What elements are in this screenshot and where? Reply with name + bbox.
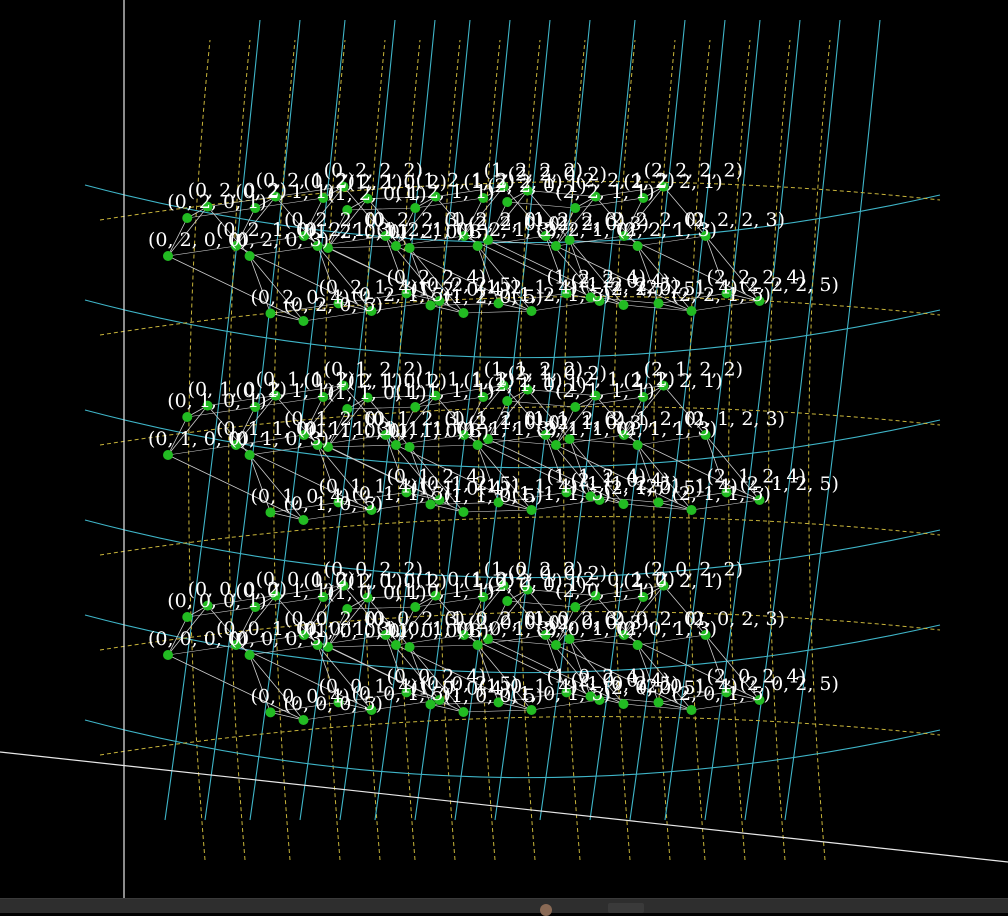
node-label: (2, 2, 2, 3): [686, 209, 785, 231]
vertical-curve-dashed: [613, 39, 636, 861]
horizontal-curve: [84, 719, 941, 779]
graph-edge: [327, 644, 397, 648]
graph-node[interactable]: [632, 241, 643, 251]
graph-node[interactable]: [265, 308, 276, 319]
graph-node[interactable]: [265, 507, 276, 518]
graph-node[interactable]: [502, 396, 513, 406]
graph-node[interactable]: [163, 450, 173, 460]
vertical-curve-dashed: [188, 39, 211, 861]
graph-canvas[interactable]: (0, 0, 0, 0)(0, 0, 0, 1)(0, 0, 0, 2)(0, …: [0, 0, 1008, 898]
node-label: (2, 1, 2, 5): [740, 473, 839, 495]
status-bar: [0, 898, 1008, 916]
graph-edge: [409, 644, 478, 648]
graph-node[interactable]: [244, 650, 255, 660]
graph-edge: [463, 709, 532, 713]
graph-node[interactable]: [182, 213, 193, 223]
graph-node[interactable]: [686, 505, 697, 515]
node-label: (2, 0, 2, 5): [740, 673, 839, 695]
graph-node[interactable]: [551, 640, 561, 650]
graph-edge: [327, 245, 397, 249]
graph-node[interactable]: [163, 650, 173, 660]
horizontal-curve: [84, 299, 941, 359]
horizontal-curve-dashed: [99, 716, 941, 756]
node-label: (2, 2, 2, 2): [644, 160, 743, 182]
node-label: (2, 0, 2, 2): [644, 559, 743, 581]
vertical-curve-dashed: [808, 39, 831, 861]
graph-node[interactable]: [618, 499, 629, 509]
graph-node[interactable]: [618, 699, 629, 709]
graph-node[interactable]: [686, 306, 697, 316]
horizontal-curve-dashed: [99, 516, 941, 556]
graph-node[interactable]: [244, 450, 255, 460]
graph-node[interactable]: [686, 705, 697, 715]
status-indicator-icon: [540, 904, 552, 916]
graph-node[interactable]: [182, 412, 193, 422]
graph-node[interactable]: [551, 241, 561, 251]
graph-node[interactable]: [618, 300, 629, 310]
graph-node[interactable]: [551, 440, 561, 450]
graph-edge: [409, 245, 478, 249]
graph-node[interactable]: [458, 707, 469, 717]
graph-node[interactable]: [298, 316, 309, 326]
node-label: (2, 1, 2, 2): [644, 359, 743, 381]
graph-node[interactable]: [298, 715, 309, 725]
graph-node[interactable]: [632, 440, 643, 450]
graph-node[interactable]: [502, 197, 513, 207]
graph-node[interactable]: [404, 243, 415, 253]
graph-node[interactable]: [163, 251, 173, 261]
graph-node[interactable]: [458, 507, 469, 517]
node-label: (2, 0, 2, 3): [686, 608, 785, 630]
graph-edge: [463, 509, 532, 513]
vertical-curve: [784, 19, 881, 821]
graph-node[interactable]: [182, 612, 193, 622]
horizontal-axis-line: [0, 751, 1008, 863]
vertical-curve-dashed: [438, 39, 461, 861]
graph-edge: [409, 444, 478, 448]
graph-edge: [327, 444, 397, 448]
graph-node[interactable]: [265, 707, 276, 718]
graph-node[interactable]: [298, 515, 309, 525]
graph-node[interactable]: [458, 308, 469, 318]
graph-node[interactable]: [502, 596, 513, 606]
node-label: (2, 1, 2, 3): [686, 408, 785, 430]
graph-node[interactable]: [404, 442, 415, 452]
graph-node[interactable]: [404, 642, 415, 652]
graph-node[interactable]: [632, 640, 643, 650]
node-label: (2, 2, 2, 5): [740, 274, 839, 296]
graph-node[interactable]: [244, 251, 255, 261]
graph-viewport[interactable]: (0, 0, 0, 0) (0, 0, 0, 1) (0, 0, 0, 2) (0, …: [0, 0, 1008, 898]
